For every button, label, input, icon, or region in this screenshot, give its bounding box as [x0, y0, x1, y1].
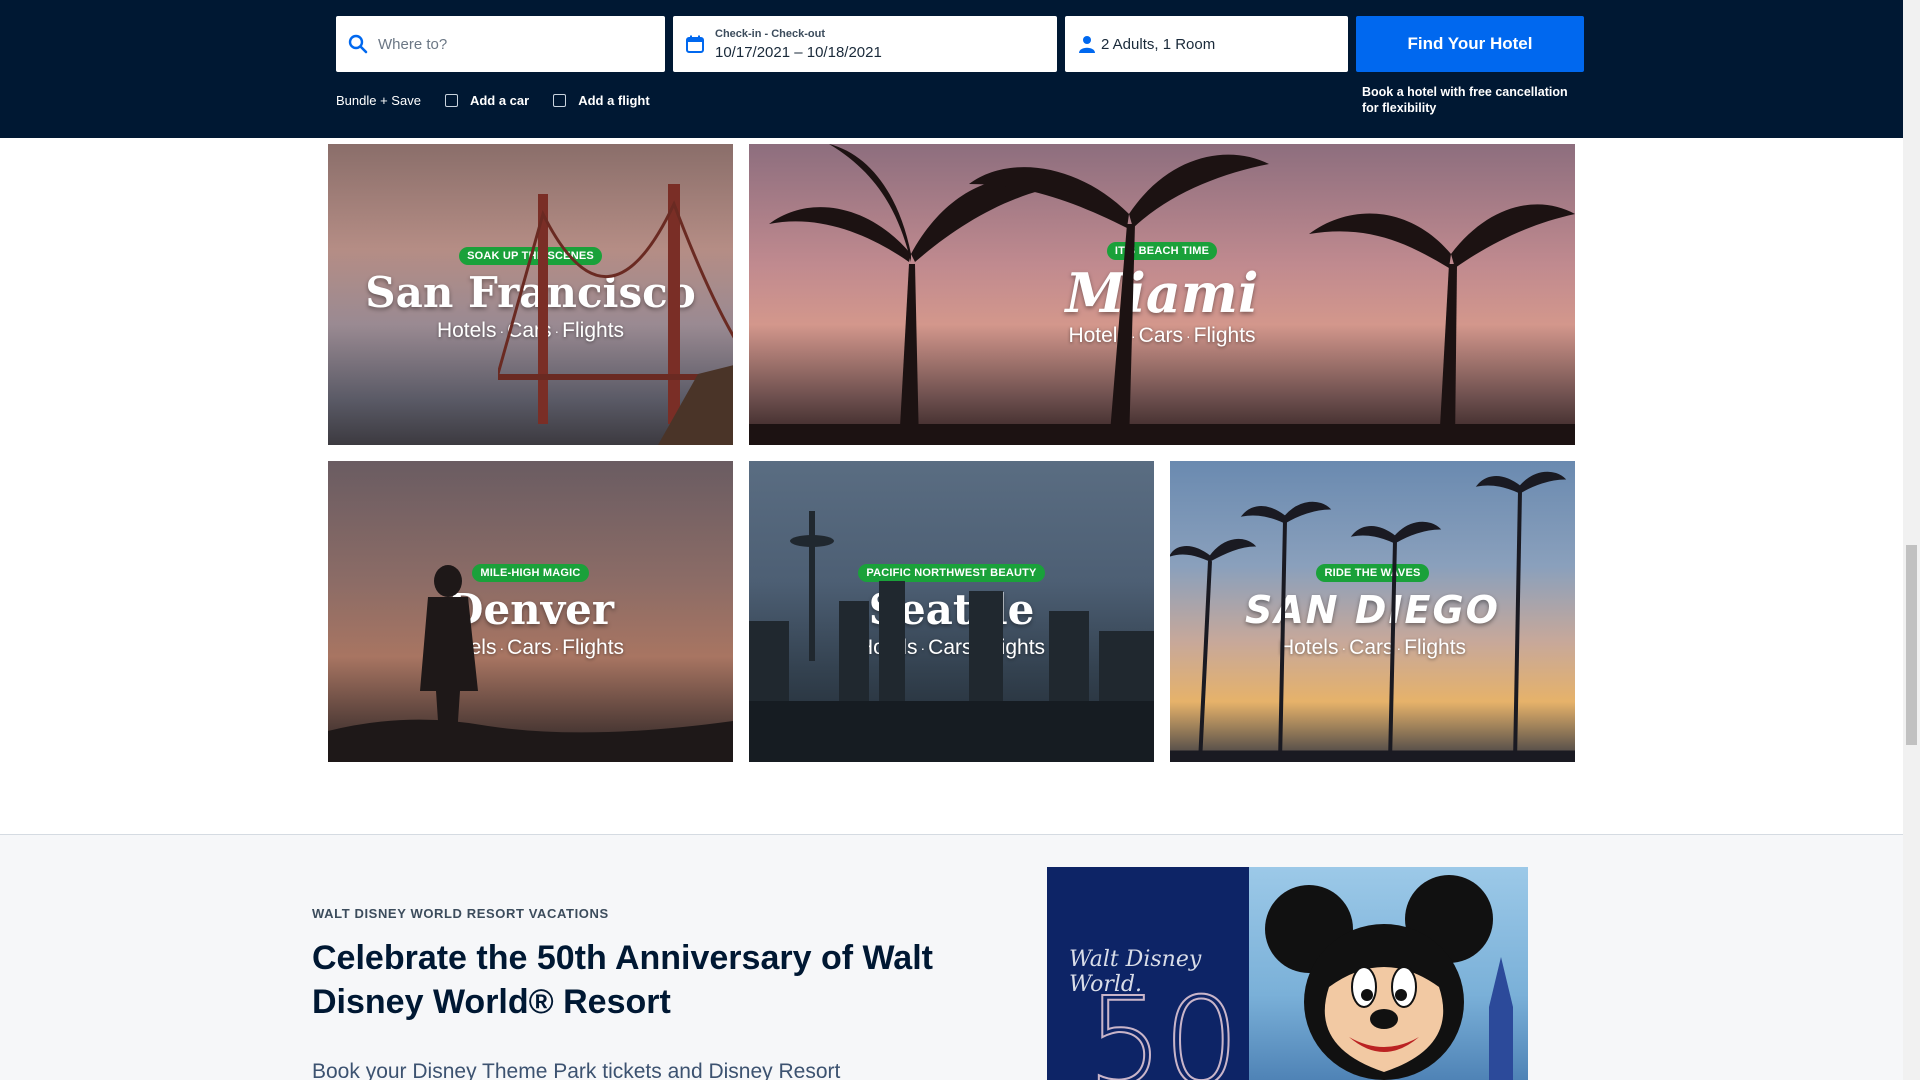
tile-denver[interactable]: MILE-HIGH MAGIC Denver Hotels·Cars·Fligh… [328, 461, 733, 762]
promo-eyebrow: WALT DISNEY WORLD RESORT VACATIONS [312, 906, 609, 921]
dates-value: 10/17/2021 – 10/18/2021 [715, 43, 882, 61]
add-flight-label: Add a flight [578, 93, 650, 108]
fifty-logo: 50 [1086, 973, 1241, 1080]
tile-seattle[interactable]: PACIFIC NORTHWEST BEAUTY Seattle Hotels·… [749, 461, 1154, 762]
disney-promo-image[interactable]: Walt Disney World. 50 [1047, 867, 1528, 1080]
golden-gate-bridge-icon [498, 184, 733, 445]
search-bar: Check-in - Check-out 10/17/2021 – 10/18/… [0, 0, 1903, 138]
tile-miami[interactable]: IT'S BEACH TIME Miami Hotels · Cars · Flight… [749, 144, 1575, 445]
destination-field[interactable] [336, 16, 665, 72]
hotels-link[interactable]: Hotels [437, 319, 497, 342]
calendar-icon [683, 32, 707, 56]
bundle-options: Bundle + Save Add a car Add a flight [336, 93, 674, 108]
destination-input[interactable] [378, 35, 638, 53]
dates-label: Check-in - Check-out [715, 27, 826, 40]
tile-san-francisco[interactable]: SOAK UP THE SCENES San Francisco Hotels ·… [328, 144, 733, 445]
promo-logo-panel: Walt Disney World. 50 [1047, 867, 1249, 1080]
add-car-label: Add a car [469, 93, 530, 108]
find-hotel-button[interactable]: Find Your Hotel [1356, 16, 1584, 72]
checkbox-icon[interactable] [553, 94, 567, 107]
person-icon [1075, 32, 1099, 56]
guests-value: 2 Adults, 1 Room [1101, 35, 1216, 53]
search-icon [346, 32, 370, 56]
seattle-skyline-icon [749, 511, 1154, 762]
promo-headline: Celebrate the 50th Anniversary of Walt D… [312, 939, 933, 1021]
add-car-checkbox[interactable]: Add a car [444, 93, 530, 108]
palm-trees-icon [749, 144, 1575, 445]
hiker-silhouette-icon [328, 565, 733, 762]
checkbox-icon[interactable] [444, 94, 458, 107]
mickey-mouse-icon [1265, 875, 1513, 1080]
promo-body: Book your Disney Theme Park tickets and … [312, 1060, 841, 1080]
scrollbar-thumb[interactable] [1906, 545, 1917, 745]
bundle-label: Bundle + Save [336, 93, 421, 108]
palm-trees-icon [1170, 471, 1575, 762]
free-cancellation-note: Book a hotel with free cancellation for … [1362, 85, 1568, 115]
dates-field[interactable]: Check-in - Check-out 10/17/2021 – 10/18/… [673, 16, 1057, 72]
mickey-photo [1249, 867, 1528, 1080]
page-scrollbar[interactable] [1903, 0, 1920, 1080]
guests-field[interactable]: 2 Adults, 1 Room [1065, 16, 1348, 72]
tile-san-diego[interactable]: RIDE THE WAVES SAN DIEGO Hotels · Cars · Fli… [1170, 461, 1575, 762]
add-flight-checkbox[interactable]: Add a flight [553, 93, 650, 108]
